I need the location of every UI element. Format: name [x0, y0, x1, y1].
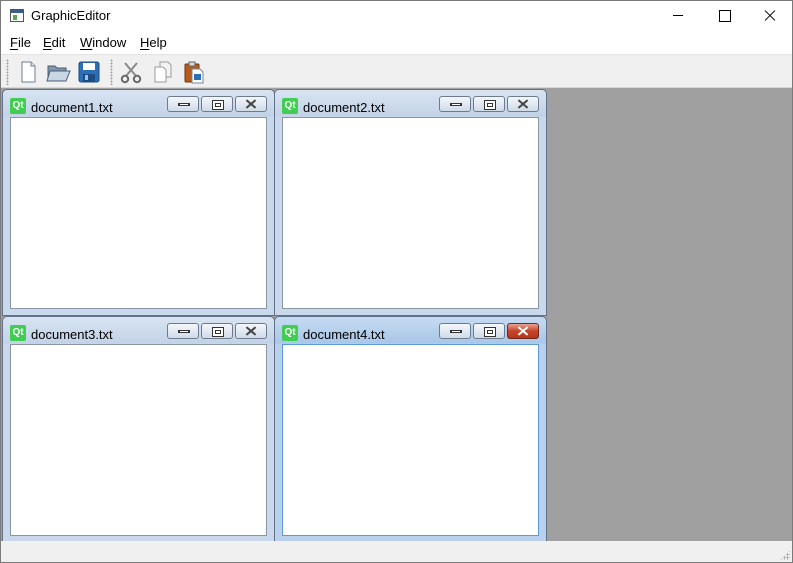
paste-icon	[184, 61, 204, 84]
restore-icon[interactable]	[201, 96, 233, 112]
subwindow-controls	[167, 323, 267, 339]
save-button[interactable]	[75, 58, 103, 86]
new-file-icon	[21, 61, 36, 83]
minimize-icon[interactable]	[439, 96, 471, 112]
subwindow-document4[interactable]: Qt document4.txt	[274, 316, 547, 543]
text-editor[interactable]	[282, 117, 539, 309]
mdi-area[interactable]: Qt document1.txt Qt document2.txt Qt doc…	[1, 88, 792, 543]
menu-bar: File Edit Window Help	[1, 31, 792, 54]
subwindow-controls	[439, 323, 539, 339]
text-editor[interactable]	[10, 344, 267, 536]
restore-icon[interactable]	[473, 96, 505, 112]
minimize-button[interactable]	[655, 1, 701, 31]
copy-button[interactable]	[149, 58, 177, 86]
cut-icon	[120, 62, 142, 84]
subwindow-title: document3.txt	[31, 327, 113, 342]
title-bar[interactable]: GraphicEditor	[1, 1, 792, 31]
subwindow-document2[interactable]: Qt document2.txt	[274, 89, 547, 316]
toolbar-grip[interactable]	[6, 59, 9, 85]
app-window-icon	[10, 9, 24, 22]
resize-grip-icon[interactable]	[780, 550, 790, 560]
subwindow-title: document1.txt	[31, 100, 113, 115]
subwindow-controls	[167, 96, 267, 112]
qt-icon: Qt	[10, 98, 26, 114]
status-bar	[1, 541, 792, 562]
subwindow-document3[interactable]: Qt document3.txt	[2, 316, 275, 543]
subwindow-controls	[439, 96, 539, 112]
save-icon	[78, 61, 100, 83]
close-button[interactable]	[747, 1, 793, 31]
subwindow-title: document2.txt	[303, 100, 385, 115]
window-title: GraphicEditor	[31, 8, 111, 23]
new-file-button[interactable]	[13, 58, 41, 86]
menu-help[interactable]: Help	[140, 35, 167, 50]
minimize-icon[interactable]	[439, 323, 471, 339]
close-icon[interactable]	[235, 323, 267, 339]
menu-window[interactable]: Window	[80, 35, 126, 50]
qt-icon: Qt	[282, 325, 298, 341]
maximize-button[interactable]	[701, 1, 747, 31]
qt-icon: Qt	[10, 325, 26, 341]
minimize-icon[interactable]	[167, 96, 199, 112]
open-button[interactable]	[44, 58, 72, 86]
copy-icon	[154, 61, 172, 83]
close-icon[interactable]	[507, 96, 539, 112]
menu-file[interactable]: File	[10, 35, 31, 50]
close-icon[interactable]	[507, 323, 539, 339]
minimize-icon[interactable]	[167, 323, 199, 339]
restore-icon[interactable]	[473, 323, 505, 339]
text-editor[interactable]	[10, 117, 267, 309]
subwindow-document1[interactable]: Qt document1.txt	[2, 89, 275, 316]
paste-button[interactable]	[180, 58, 208, 86]
cut-button[interactable]	[117, 58, 145, 86]
qt-icon: Qt	[282, 98, 298, 114]
open-folder-icon	[46, 65, 71, 82]
toolbar	[1, 54, 792, 88]
text-editor[interactable]	[282, 344, 539, 536]
app-window: GraphicEditor File Edit Window Help Qt d…	[0, 0, 793, 563]
subwindow-title: document4.txt	[303, 327, 385, 342]
toolbar-grip[interactable]	[110, 59, 113, 85]
menu-edit[interactable]: Edit	[43, 35, 65, 50]
restore-icon[interactable]	[201, 323, 233, 339]
close-icon[interactable]	[235, 96, 267, 112]
